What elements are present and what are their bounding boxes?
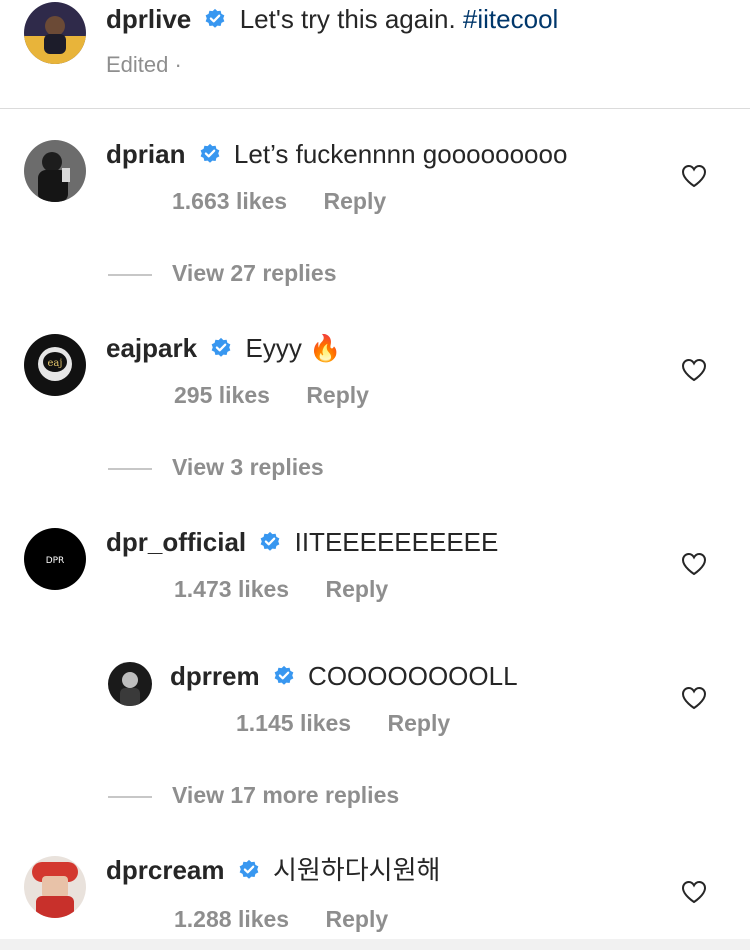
verified-badge-icon (204, 8, 226, 30)
comment-dprian: dprian Let’s fuckennnn gooooooooo (106, 138, 567, 170)
comment-text: 시원하다시원해 (272, 855, 441, 885)
view-replies-label: View 17 more replies (172, 782, 400, 808)
heart-icon[interactable] (681, 880, 707, 904)
comment-eajpark: eajpark Eyyy 🔥 (106, 332, 342, 364)
comment-text: Eyyy (245, 333, 302, 363)
like-count[interactable]: 1.663 likes (172, 188, 287, 214)
verified-badge-icon (238, 859, 260, 881)
heart-icon[interactable] (681, 358, 707, 382)
heart-icon[interactable] (681, 164, 707, 188)
avatar-dprlive[interactable] (24, 2, 86, 64)
verified-badge-icon (273, 665, 295, 687)
heart-icon[interactable] (681, 686, 707, 710)
post-text: Let's try this again. (239, 4, 456, 34)
comment-meta: 1.663 likes Reply (172, 188, 386, 215)
avatar-dpr-text: DPR (46, 556, 65, 566)
avatar-dprrem[interactable] (108, 662, 152, 706)
divider (0, 108, 750, 109)
username-dprcream[interactable]: dprcream (106, 855, 225, 885)
reply-thread-line (108, 795, 152, 798)
comment-text: Let’s fuckennnn gooooooooo (233, 139, 568, 169)
view-replies-label: View 27 replies (172, 260, 337, 286)
view-more-replies-button[interactable]: View 17 more replies (108, 782, 399, 809)
reply-dprrem: dprrem COOOOOOOOLL (170, 660, 518, 692)
avatar-eaj-text: eaj (48, 358, 63, 369)
edited-label: Edited · (106, 52, 182, 77)
reply-button[interactable]: Reply (326, 576, 389, 602)
like-count[interactable]: 1.473 likes (174, 576, 289, 602)
like-count[interactable]: 1.145 likes (236, 710, 351, 736)
comment-meta: 295 likes Reply (174, 382, 369, 409)
avatar-dprcream[interactable] (24, 856, 86, 918)
like-count[interactable]: 1.288 likes (174, 906, 289, 932)
verified-badge-icon (259, 531, 281, 553)
like-count[interactable]: 295 likes (174, 382, 270, 408)
view-replies-label: View 3 replies (172, 454, 324, 480)
username-dprrem[interactable]: dprrem (170, 661, 260, 691)
username-dpr-official[interactable]: dpr_official (106, 527, 246, 557)
verified-badge-icon (210, 337, 232, 359)
reply-button[interactable]: Reply (326, 906, 389, 932)
fire-emoji-icon: 🔥 (309, 333, 342, 363)
comment-meta: 1.145 likes Reply (236, 710, 450, 737)
comment-dpr-official: dpr_official IITEEEEEEEEEE (106, 526, 498, 558)
hashtag-link[interactable]: #iitecool (463, 4, 558, 34)
username-dprian[interactable]: dprian (106, 139, 185, 169)
avatar-dpr-official[interactable]: DPR (24, 528, 86, 590)
comment-meta: 1.473 likes Reply (174, 576, 388, 603)
username-dprlive[interactable]: dprlive (106, 4, 191, 34)
view-replies-button[interactable]: View 27 replies (108, 260, 337, 287)
reply-button[interactable]: Reply (324, 188, 387, 214)
comment-meta: 1.288 likes Reply (174, 906, 388, 933)
reply-button[interactable]: Reply (306, 382, 369, 408)
view-replies-button[interactable]: View 3 replies (108, 454, 324, 481)
verified-badge-icon (199, 143, 221, 165)
reply-button[interactable]: Reply (388, 710, 451, 736)
reply-thread-line (108, 273, 152, 276)
bottom-bar (0, 939, 750, 950)
reply-thread-line (108, 467, 152, 470)
comment-text: COOOOOOOOLL (308, 661, 518, 691)
heart-icon[interactable] (681, 552, 707, 576)
username-eajpark[interactable]: eajpark (106, 333, 197, 363)
comment-text: IITEEEEEEEEEE (294, 527, 499, 557)
comment-dprcream: dprcream 시원하다시원해 (106, 854, 440, 886)
avatar-eajpark[interactable]: eaj (24, 334, 86, 396)
post-caption: dprlive Let's try this again. #iitecool (106, 3, 558, 35)
avatar-dprian[interactable] (24, 140, 86, 202)
